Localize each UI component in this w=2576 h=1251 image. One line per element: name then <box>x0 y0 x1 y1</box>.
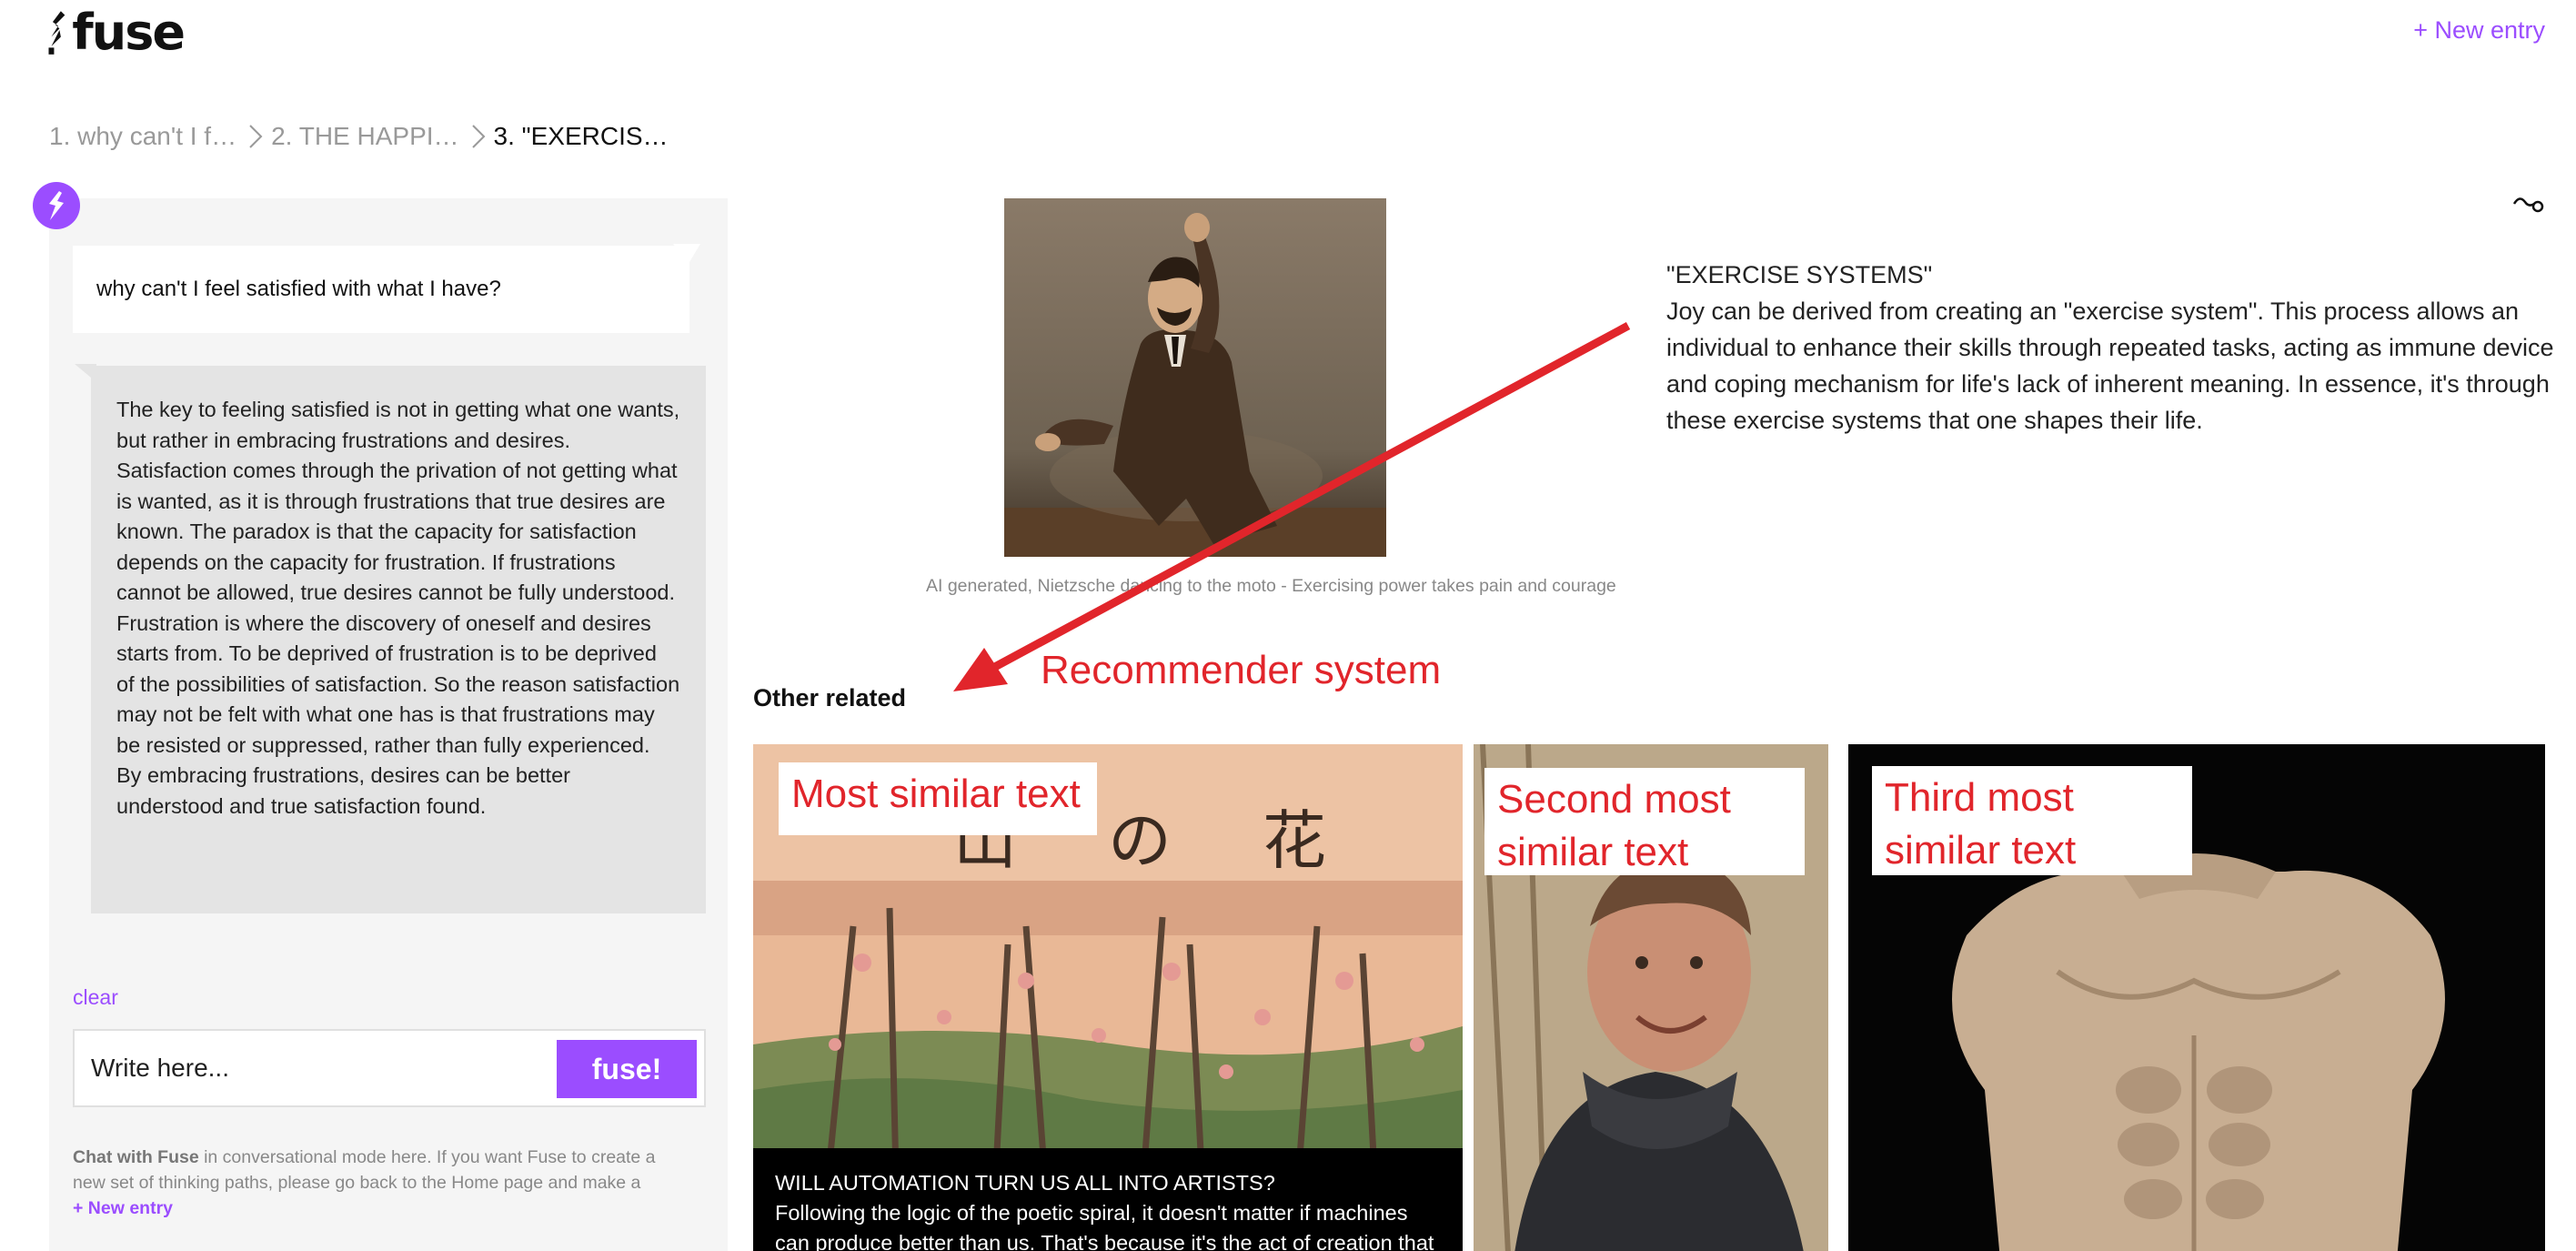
breadcrumb-item-2[interactable]: 2. THE HAPPI… <box>271 122 458 151</box>
breadcrumb: 1. why can't I f… 2. THE HAPPI… 3. "EXER… <box>49 122 669 151</box>
fuse-logo-icon <box>48 11 65 55</box>
svg-text:花: 花 <box>1263 803 1326 878</box>
related-card-3[interactable]: Third most similar text <box>1848 744 2545 1251</box>
entry-image <box>1004 198 1386 557</box>
answer-bubble: The key to feeling satisfied is not in g… <box>91 366 706 913</box>
card-1-caption: WILL AUTOMATION TURN US ALL INTO ARTISTS… <box>753 1148 1463 1251</box>
breadcrumb-item-3[interactable]: 3. "EXERCIS… <box>494 122 669 151</box>
breadcrumb-item-1[interactable]: 1. why can't I f… <box>49 122 236 151</box>
chat-badge <box>33 182 80 229</box>
fuse-submit-button[interactable]: fuse! <box>557 1040 697 1098</box>
chat-input-box: fuse! <box>73 1029 706 1107</box>
card-3-label: Third most similar text <box>1872 766 2192 875</box>
chat-note-new-entry-link[interactable]: + New entry <box>73 1196 691 1221</box>
chat-note-bold: Chat with Fuse <box>73 1147 199 1167</box>
clear-button[interactable]: clear <box>73 985 118 1010</box>
entry-text: "EXERCISE SYSTEMS" Joy can be derived fr… <box>1666 257 2558 439</box>
chat-input[interactable] <box>91 1047 528 1089</box>
card-1-caption-title: WILL AUTOMATION TURN US ALL INTO ARTISTS… <box>775 1171 1275 1195</box>
dancing-man-portrait <box>1004 198 1386 557</box>
chat-note: Chat with Fuse in conversational mode he… <box>73 1145 691 1221</box>
annotation-label: Recommender system <box>1041 648 1442 692</box>
svg-text:の: の <box>1108 803 1172 878</box>
card-2-label: Second most similar text <box>1484 768 1805 875</box>
question-bubble: why can't I feel satisfied with what I h… <box>73 246 689 333</box>
chat-bolt-icon <box>49 191 64 220</box>
related-card-1[interactable]: 山 の 花 Most similar text WILL AUTOMATION … <box>753 744 1463 1251</box>
entry-body: Joy can be derived from creating an "exe… <box>1666 298 2554 434</box>
logo-text: fuse <box>72 4 186 61</box>
chevron-right-icon <box>249 125 263 148</box>
new-entry-link[interactable]: + New entry <box>2413 16 2545 45</box>
card-1-caption-body: Following the logic of the poetic spiral… <box>775 1201 1434 1251</box>
entry-image-caption: AI generated, Nietzsche dancing to the m… <box>926 576 1616 596</box>
related-heading: Other related <box>753 684 907 711</box>
link-icon[interactable] <box>2512 191 2545 218</box>
chevron-right-icon <box>471 125 485 148</box>
fuse-logo[interactable]: fuse <box>47 0 186 66</box>
entry-title: "EXERCISE SYSTEMS" <box>1666 261 1933 288</box>
related-card-2[interactable]: Second most similar text <box>1474 744 1828 1251</box>
card-1-label: Most similar text <box>779 762 1097 835</box>
